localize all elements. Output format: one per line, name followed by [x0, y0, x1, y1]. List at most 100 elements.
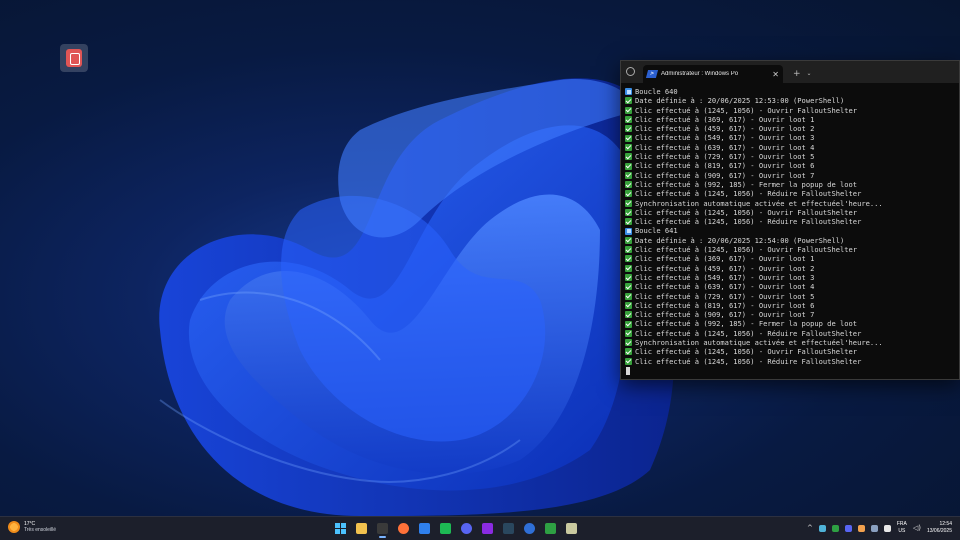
terminal-line-text: Clic effectué à (549, 617) - Ouvrir loot… [635, 272, 815, 282]
check-mark-icon [625, 246, 632, 254]
terminal-line: Clic effectué à (1245, 1056) - Réduire F… [625, 329, 959, 338]
terminal-line-text: Clic effectué à (549, 617) - Ouvrir loot… [635, 133, 815, 143]
terminal-line: Clic effectué à (729, 617) - Ouvrir loot… [625, 152, 959, 161]
tray-icon-5[interactable] [870, 524, 878, 532]
terminal-line-text: Clic effectué à (639, 617) - Ouvrir loot… [635, 282, 815, 292]
firefox-icon-glyph [398, 523, 409, 534]
terminal-line: Date définie à : 20/06/2025 12:53:00 (Po… [625, 96, 959, 105]
weather-widget[interactable]: 17°C Très ensoleillé [8, 521, 56, 533]
terminal-line-text: Clic effectué à (729, 617) - Ouvrir loot… [635, 291, 815, 301]
desktop-app-shortcut[interactable] [60, 44, 88, 72]
terminal-line: Clic effectué à (819, 617) - Ouvrir loot… [625, 161, 959, 170]
steam-icon[interactable] [500, 520, 517, 537]
terminal-prompt-line [625, 366, 959, 375]
tray-icon-4[interactable] [857, 524, 865, 532]
terminal-line-text: Clic effectué à (909, 617) - Ouvrir loot… [635, 310, 815, 320]
taskbar-apps [332, 520, 580, 538]
app-icon[interactable] [521, 520, 538, 537]
terminal-line: Clic effectué à (459, 617) - Ouvrir loot… [625, 264, 959, 273]
spotify-icon[interactable] [437, 520, 454, 537]
terminal-line: Clic effectué à (549, 617) - Ouvrir loot… [625, 133, 959, 142]
terminal-line-text: Clic effectué à (1245, 1056) - Ouvrir Fa… [635, 105, 858, 115]
terminal-line-text: Clic effectué à (1245, 1056) - Réduire F… [635, 356, 862, 366]
clock[interactable]: 12:54 13/06/2025 [927, 521, 952, 535]
sun-icon [8, 521, 20, 533]
tray-icon-2[interactable] [831, 524, 839, 532]
terminal-icon[interactable] [374, 520, 391, 538]
terminal-line-text: Clic effectué à (1245, 1056) - Ouvrir Fa… [635, 347, 858, 357]
terminal-line-text: Synchronisation automatique activée et e… [635, 338, 883, 348]
terminal-titlebar[interactable]: > Administrateur : Windows Po ✕ + ⌄ [621, 61, 959, 83]
chevron-up-icon[interactable]: ^ [807, 524, 813, 532]
window-menu-icon[interactable] [626, 67, 635, 76]
discord-icon-glyph [461, 523, 472, 534]
terminal-line: Clic effectué à (819, 617) - Ouvrir loot… [625, 301, 959, 310]
terminal-line-text: Clic effectué à (369, 617) - Ouvrir loot… [635, 254, 815, 264]
terminal-line: Clic effectué à (992, 185) - Fermer la p… [625, 319, 959, 328]
check-mark-icon [625, 255, 632, 263]
terminal-line-text: Synchronisation automatique activée et e… [635, 198, 883, 208]
file-explorer-icon[interactable] [353, 520, 370, 537]
terminal-window[interactable]: > Administrateur : Windows Po ✕ + ⌄ Bouc… [620, 60, 960, 380]
vscode-icon-glyph [419, 523, 430, 534]
language-indicator[interactable]: FRA US [897, 521, 907, 535]
terminal-line: Clic effectué à (1245, 1056) - Réduire F… [625, 357, 959, 366]
terminal-line-text: Clic effectué à (819, 617) - Ouvrir loot… [635, 161, 815, 171]
terminal-line: Clic effectué à (1245, 1056) - Réduire F… [625, 189, 959, 198]
tab-dropdown-icon[interactable]: ⌄ [807, 70, 812, 77]
new-tab-button[interactable]: + [793, 69, 801, 79]
obs-icon[interactable] [479, 520, 496, 537]
terminal-line-text: Clic effectué à (1245, 1056) - Ouvrir Fa… [635, 207, 858, 217]
terminal-icon-glyph [377, 523, 388, 534]
check-mark-icon [625, 236, 632, 244]
check-mark-icon [625, 181, 632, 189]
obs-icon-glyph [482, 523, 493, 534]
firefox-icon[interactable] [395, 520, 412, 537]
powershell-icon: > [645, 70, 659, 78]
clock-time: 12:54 [939, 521, 952, 527]
github-desktop-icon[interactable] [542, 520, 559, 537]
language-line1: FRA [896, 521, 907, 527]
tab-close-icon[interactable]: ✕ [772, 70, 779, 79]
tray-icon-6[interactable] [883, 524, 891, 532]
terminal-line: Date définie à : 20/06/2025 12:54:00 (Po… [625, 236, 959, 245]
terminal-line: Clic effectué à (1245, 1056) - Ouvrir Fa… [625, 347, 959, 356]
start-button[interactable] [332, 520, 349, 537]
github-desktop-icon-glyph [545, 523, 556, 534]
text-cursor [626, 366, 630, 375]
tab-title: Administrateur : Windows Po [661, 71, 739, 77]
check-mark-icon [625, 329, 632, 337]
terminal-line-text: Clic effectué à (1245, 1056) - Réduire F… [635, 217, 862, 227]
check-mark-icon [625, 190, 632, 198]
terminal-line-text: Clic effectué à (992, 185) - Fermer la p… [635, 319, 858, 329]
discord-icon[interactable] [458, 520, 475, 537]
check-mark-icon [625, 125, 632, 133]
terminal-line: Clic effectué à (1245, 1056) - Ouvrir Fa… [625, 245, 959, 254]
check-mark-icon [625, 143, 632, 151]
terminal-line: Clic effectué à (639, 617) - Ouvrir loot… [625, 143, 959, 152]
terminal-line: Clic effectué à (369, 617) - Ouvrir loot… [625, 115, 959, 124]
tray-icon-3[interactable] [844, 524, 852, 532]
tab-powershell[interactable]: > Administrateur : Windows Po ✕ [643, 65, 783, 83]
check-mark-icon [625, 153, 632, 161]
terminal-line-text: Clic effectué à (639, 617) - Ouvrir loot… [635, 142, 815, 152]
tray-icon-1[interactable] [818, 524, 826, 532]
check-mark-icon [625, 106, 632, 114]
terminal-line: Synchronisation automatique activée et e… [625, 338, 959, 347]
terminal-line-text: Date définie à : 20/06/2025 12:53:00 (Po… [635, 96, 845, 106]
app-icon-2-glyph [566, 523, 577, 534]
terminal-line-text: Clic effectué à (1245, 1056) - Ouvrir Fa… [635, 245, 858, 255]
language-line2: US [898, 528, 906, 534]
terminal-line: Synchronisation automatique activée et e… [625, 199, 959, 208]
app-icon-2[interactable] [563, 520, 580, 537]
volume-icon[interactable]: ◁) [913, 524, 921, 532]
terminal-line: Clic effectué à (369, 617) - Ouvrir loot… [625, 254, 959, 263]
spotify-icon-glyph [440, 523, 451, 534]
check-mark-icon [625, 209, 632, 216]
terminal-output[interactable]: Boucle 640 Date définie à : 20/06/2025 12… [621, 83, 959, 375]
check-mark-icon [625, 348, 632, 356]
check-mark-icon [625, 171, 632, 179]
check-mark-icon [625, 274, 632, 282]
terminal-line: Clic effectué à (1245, 1056) - Réduire F… [625, 217, 959, 226]
vscode-icon[interactable] [416, 520, 433, 537]
